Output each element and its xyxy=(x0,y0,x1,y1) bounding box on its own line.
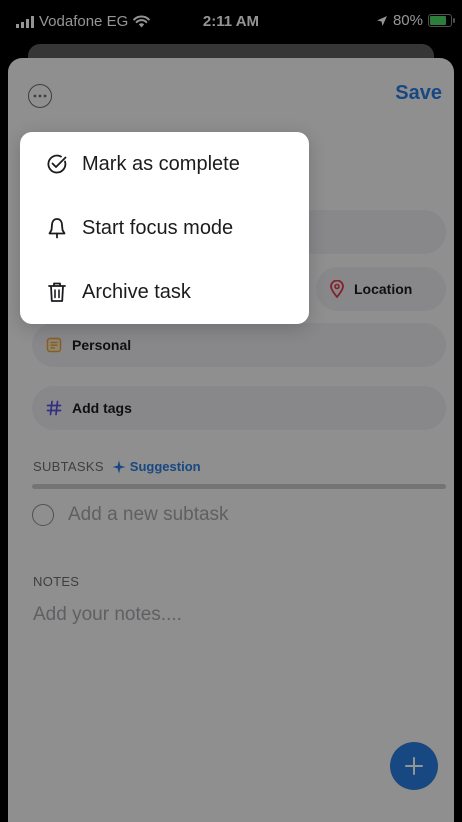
map-pin-icon xyxy=(330,280,344,298)
add-button[interactable] xyxy=(390,742,438,790)
check-circle-icon xyxy=(46,153,68,175)
add-tags-button[interactable]: Add tags xyxy=(32,386,446,430)
sparkle-icon xyxy=(112,460,126,473)
hashtag-icon xyxy=(46,400,62,416)
location-arrow-icon xyxy=(376,15,387,26)
list-selector[interactable]: Personal xyxy=(32,323,446,367)
context-menu: Mark as complete Start focus mode Archiv… xyxy=(20,132,309,324)
more-options-button[interactable] xyxy=(28,84,52,108)
mark-complete-menu-item[interactable]: Mark as complete xyxy=(20,132,309,196)
mark-complete-label: Mark as complete xyxy=(82,152,240,175)
subtasks-section-label: SUBTASKS xyxy=(33,459,104,474)
list-label: Personal xyxy=(72,337,132,353)
archive-task-menu-item[interactable]: Archive task xyxy=(20,260,309,324)
ellipsis-circle-icon xyxy=(33,94,47,98)
status-right: 80% xyxy=(376,12,455,29)
notes-input[interactable]: Add your notes.... xyxy=(33,604,182,626)
notes-section-label: NOTES xyxy=(33,574,80,589)
plus-icon xyxy=(405,757,423,775)
status-bar: Vodafone EG 2:11 AM 80% xyxy=(0,0,462,44)
location-label: Location xyxy=(354,281,413,297)
save-button[interactable]: Save xyxy=(395,82,442,105)
note-list-icon xyxy=(46,337,62,353)
focus-mode-label: Start focus mode xyxy=(82,216,234,239)
trash-icon xyxy=(46,281,68,303)
bell-icon xyxy=(46,217,68,239)
new-subtask-input[interactable]: Add a new subtask xyxy=(68,504,229,526)
subtask-checkbox-icon xyxy=(32,504,54,526)
tags-label: Add tags xyxy=(72,400,132,416)
new-subtask-row[interactable]: Add a new subtask xyxy=(32,504,229,526)
archive-task-label: Archive task xyxy=(82,280,191,303)
location-button[interactable]: Location xyxy=(316,267,446,311)
subtasks-divider xyxy=(32,484,446,489)
battery-percent: 80% xyxy=(392,12,423,29)
subtasks-header: SUBTASKS Suggestion xyxy=(33,459,201,474)
suggestion-button[interactable]: Suggestion xyxy=(112,459,201,474)
focus-mode-menu-item[interactable]: Start focus mode xyxy=(20,196,309,260)
suggestion-label: Suggestion xyxy=(129,459,201,474)
battery-icon xyxy=(428,14,455,27)
